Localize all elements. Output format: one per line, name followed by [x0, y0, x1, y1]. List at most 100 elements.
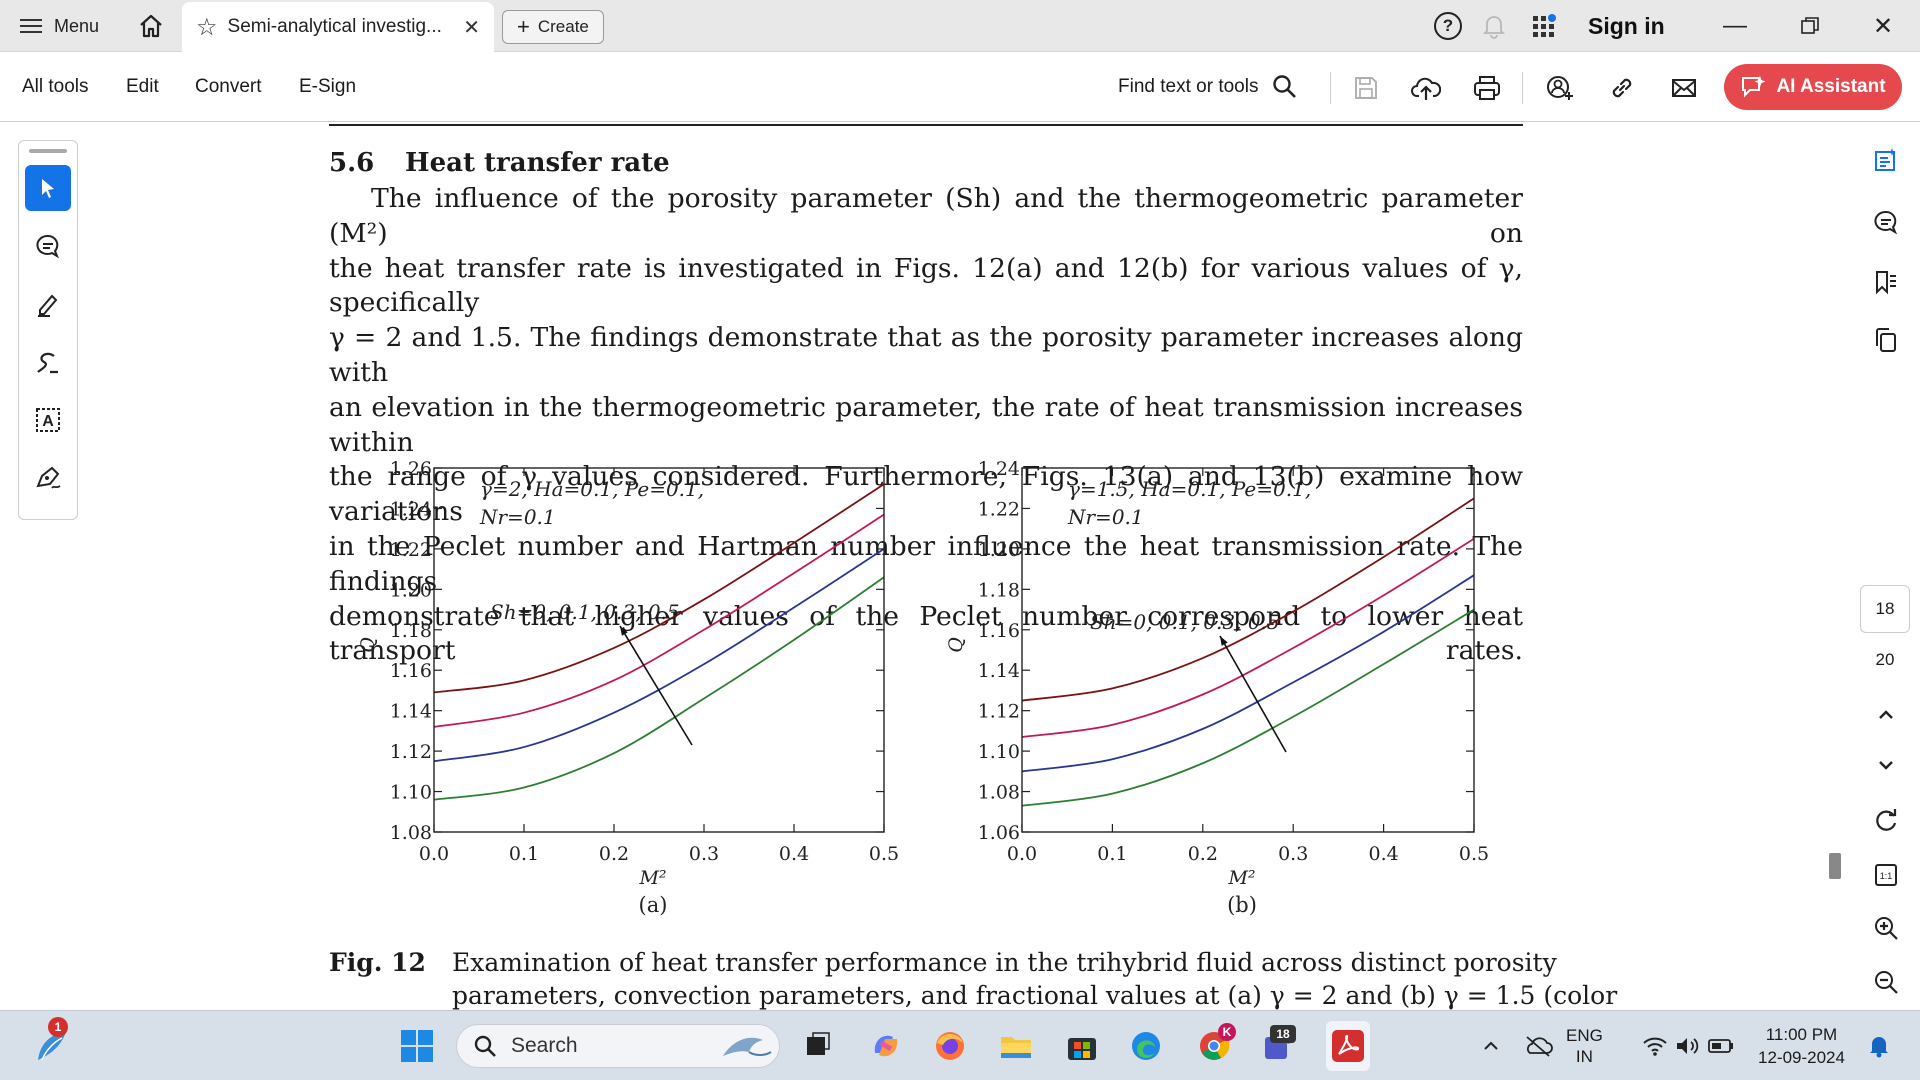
panel-label: (b) [1227, 893, 1257, 917]
sign-in-button[interactable]: Sign in [1588, 0, 1665, 52]
caption-label: Fig. 12 [329, 948, 426, 977]
y-tick-label: 1.08 [978, 782, 1020, 804]
actual-size-icon[interactable]: 1:1 [1866, 855, 1906, 895]
language-indicator[interactable]: ENG IN [1566, 1025, 1603, 1075]
menu-button[interactable]: Menu [20, 0, 99, 52]
title-bar: Menu ☆ Semi-analytical investig... ✕ + C… [0, 0, 1920, 52]
bookmarks-icon[interactable] [1866, 262, 1906, 302]
battery-icon[interactable] [1706, 1021, 1736, 1071]
windows-taskbar: 1 Search K 18 ENG IN 11:00 PM 12-09-2024 [0, 1010, 1920, 1080]
paragraph-line: in the Peclet number and Hartman number … [329, 530, 1523, 597]
zoom-out-icon[interactable] [1866, 962, 1906, 1002]
home-button[interactable] [134, 0, 168, 52]
x-tick-label: 0.5 [869, 843, 899, 865]
notifications-bell-icon[interactable] [1864, 1021, 1894, 1071]
teams-badge: 18 [1270, 1025, 1296, 1043]
x-tick-label: 0.5 [1459, 843, 1489, 865]
clock-date: 12-09-2024 [1758, 1048, 1845, 1067]
x-tick-label: 0.1 [1097, 843, 1127, 865]
edge-icon[interactable] [1124, 1021, 1168, 1071]
y-tick-label: 1.10 [978, 741, 1020, 763]
pages-thumbnails-icon[interactable] [1866, 320, 1906, 360]
rail-grip[interactable] [29, 149, 67, 153]
comment-icon [36, 234, 60, 259]
system-clock[interactable]: 11:00 PM 12-09-2024 [1758, 1023, 1845, 1073]
zoom-in-icon[interactable] [1866, 908, 1906, 948]
caption-line: Examination of heat transfer performance… [452, 948, 1557, 977]
ai-assistant-label: AI Assistant [1776, 76, 1886, 97]
file-explorer-icon[interactable] [994, 1021, 1038, 1071]
lang-line1: ENG [1566, 1026, 1603, 1045]
store-icon[interactable] [1060, 1021, 1104, 1071]
next-page-icon[interactable] [1866, 745, 1906, 785]
onedrive-icon[interactable] [1520, 1021, 1556, 1071]
rotate-icon[interactable] [1866, 800, 1906, 840]
task-view-icon[interactable] [796, 1021, 840, 1071]
share-user-icon[interactable] [1544, 72, 1576, 104]
scrollbar-thumb[interactable] [1829, 853, 1841, 879]
sign-tool-button[interactable] [25, 455, 71, 501]
section-number: 5.6 [329, 148, 375, 178]
close-window-icon[interactable]: ✕ [1848, 0, 1918, 52]
mail-icon[interactable] [1668, 72, 1700, 104]
copilot-icon[interactable] [864, 1021, 908, 1071]
minimize-icon[interactable]: — [1700, 0, 1770, 52]
x-tick-label: 0.0 [1007, 843, 1037, 865]
bell-icon[interactable] [1482, 0, 1506, 52]
section-title: Heat transfer rate [405, 148, 670, 178]
paragraph-line: demonstrate that higher values of the Pe… [329, 600, 1523, 667]
close-tab-icon[interactable]: ✕ [463, 15, 480, 40]
current-page-number[interactable]: 18 [1860, 585, 1910, 633]
cursor-arrow-icon [42, 179, 54, 198]
help-icon[interactable]: ? [1434, 12, 1462, 40]
select-tool-button[interactable] [25, 165, 71, 211]
y-tick-label: 1.12 [390, 741, 432, 763]
start-button[interactable] [395, 1021, 439, 1071]
save-icon[interactable] [1350, 72, 1382, 104]
toolbar-esign[interactable]: E-Sign [299, 52, 356, 122]
wifi-icon[interactable] [1640, 1021, 1670, 1071]
highlight-tool-button[interactable] [25, 281, 71, 327]
firefox-icon[interactable] [928, 1021, 972, 1071]
toolbar-convert[interactable]: Convert [195, 52, 262, 122]
toolbar-edit[interactable]: Edit [126, 52, 159, 122]
home-icon [140, 14, 162, 38]
clock-time: 11:00 PM [1765, 1025, 1838, 1044]
svg-text:A: A [42, 413, 54, 430]
restore-icon[interactable] [1775, 0, 1845, 52]
find-label: Find text or tools [1118, 76, 1259, 97]
print-icon[interactable] [1471, 72, 1503, 104]
toolbar-all-tools[interactable]: All tools [22, 52, 89, 122]
cloud-upload-icon[interactable] [1410, 72, 1442, 104]
document-tab[interactable]: ☆ Semi-analytical investig... ✕ [182, 2, 494, 52]
draw-tool-button[interactable] [25, 339, 71, 385]
left-tool-rail: A [18, 140, 78, 520]
paragraph-line: the range of γ values considered. Furthe… [329, 461, 1523, 528]
text-box-icon: A [36, 408, 60, 432]
show-hidden-icons[interactable] [1476, 1021, 1506, 1071]
acrobat-icon[interactable] [1326, 1021, 1370, 1071]
ai-assistant-button[interactable]: AI Assistant [1724, 64, 1902, 110]
create-label: Create [537, 17, 589, 36]
find-text-or-tools[interactable]: Find text or tools [1118, 52, 1298, 122]
paragraph-line: The influence of the porosity parameter … [329, 183, 1523, 249]
create-button[interactable]: + Create [502, 10, 604, 44]
x-tick-label: 0.2 [599, 843, 629, 865]
ai-sparkle-icon [1742, 76, 1766, 98]
y-tick-label: 1.08 [390, 822, 432, 844]
previous-page-icon[interactable] [1866, 695, 1906, 735]
apps-grid-icon[interactable] [1530, 0, 1558, 52]
taskbar-search[interactable]: Search [456, 1024, 780, 1068]
search-highlight-bird-icon [723, 1037, 772, 1056]
edit-pdf-icon[interactable] [1866, 140, 1906, 180]
x-tick-label: 0.3 [1278, 843, 1308, 865]
text-tool-button[interactable]: A [25, 397, 71, 443]
total-pages: 20 [1875, 650, 1895, 669]
paragraph-line: an elevation in the thermogeometric para… [329, 391, 1523, 458]
comment-tool-button[interactable] [25, 223, 71, 269]
volume-icon[interactable] [1672, 1021, 1702, 1071]
star-icon[interactable]: ☆ [196, 13, 218, 42]
y-tick-label: 1.10 [390, 782, 432, 804]
link-icon[interactable] [1606, 72, 1638, 104]
comments-panel-icon[interactable] [1866, 202, 1906, 242]
